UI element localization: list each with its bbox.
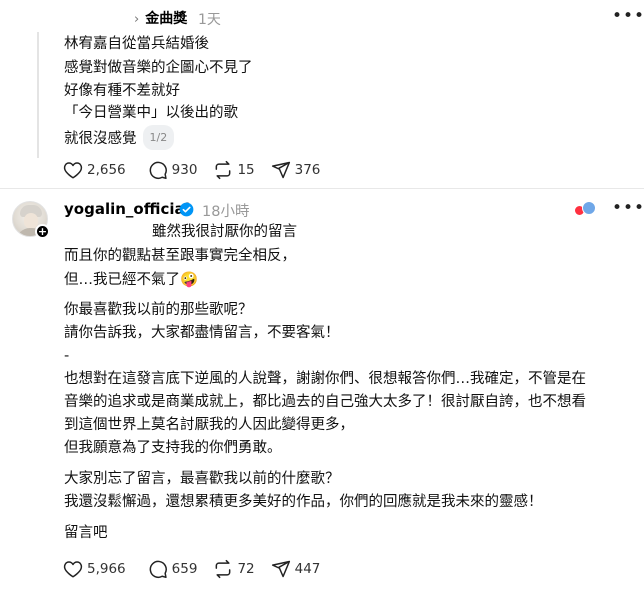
- post-actions: 5,966 659 72 447: [63, 559, 336, 579]
- post-line: 但我願意為了支持我的你們勇敢。: [64, 440, 282, 456]
- post-line: 大家別忘了留言，最喜歡我以前的什麼歌？: [64, 471, 340, 487]
- post-time: 18小時: [202, 204, 250, 220]
- post-line: 音樂的追求或是商業成就上，都比過去的自己強大太多了！很討厭自誇，也不想看: [64, 394, 586, 410]
- post-line: 你最喜歡我以前的那些歌呢？: [64, 302, 253, 318]
- share-button[interactable]: 376: [271, 160, 321, 180]
- top-post-line: 感覺對做音樂的企圖心不見了: [64, 60, 253, 76]
- post-line: 到這個世界上莫名討厭我的人因此變得更多，: [64, 417, 354, 433]
- like-button[interactable]: 5,966: [63, 560, 126, 578]
- more-icon[interactable]: •••: [612, 6, 644, 26]
- post-line: 請你告訴我，大家都盡情留言，不要客氣！: [64, 325, 340, 341]
- top-post-author[interactable]: › 金曲獎: [134, 8, 187, 28]
- top-post-line: 好像有種不差就好: [64, 83, 180, 99]
- share-count: 376: [294, 162, 321, 178]
- verified-badge-icon: [179, 202, 194, 221]
- thread-line: [37, 32, 39, 158]
- pager-badge[interactable]: 1/2: [142, 125, 175, 150]
- like-count: 5,966: [87, 561, 126, 577]
- share-icon: [271, 560, 290, 578]
- repost-button[interactable]: 15: [213, 160, 255, 180]
- share-icon: [271, 161, 290, 179]
- post-line: 我還沒鬆懈過，還想累積更多美好的作品，你們的回應就是我未來的靈感！: [64, 494, 543, 510]
- top-post-line-last: 就很沒感覺 1/2: [64, 125, 175, 151]
- comment-button[interactable]: 659: [148, 559, 198, 579]
- heart-icon: [63, 561, 83, 578]
- post-line: 雖然我很討厭你的留言: [152, 224, 297, 240]
- like-count: 2,656: [87, 162, 126, 178]
- share-button[interactable]: 447: [271, 559, 321, 579]
- post-line: 留言吧: [64, 525, 108, 541]
- share-count: 447: [294, 561, 321, 577]
- comment-button[interactable]: 930: [148, 160, 198, 180]
- repost-icon: [216, 160, 231, 180]
- post-divider: [0, 188, 644, 189]
- top-post-actions: 2,656 930 15 376: [63, 160, 336, 180]
- username[interactable]: yogalin_official: [64, 200, 190, 218]
- heart-icon: [63, 162, 83, 179]
- post-line: 而且你的觀點甚至跟事實完全相反，: [64, 248, 296, 264]
- top-post-time: 1天: [198, 12, 221, 28]
- comment-count: 930: [171, 162, 198, 178]
- more-icon[interactable]: •••: [612, 198, 644, 218]
- emoji: 🤪: [180, 272, 199, 288]
- like-button[interactable]: 2,656: [63, 161, 126, 179]
- top-post-line: 「今日營業中」以後出的歌: [64, 105, 238, 121]
- reactor-avatars[interactable]: [574, 200, 600, 218]
- comment-count: 659: [171, 561, 198, 577]
- post-line: -: [64, 348, 70, 364]
- post-line-emoji: 但…我已經不氣了🤪: [64, 272, 199, 288]
- reactor-avatar: [582, 201, 596, 215]
- repost-count: 72: [237, 561, 255, 577]
- top-post-line: 林宥嘉自從當兵結婚後: [64, 36, 209, 52]
- comment-icon: [149, 161, 167, 180]
- follow-plus-icon[interactable]: +: [35, 224, 50, 239]
- repost-count: 15: [237, 162, 255, 178]
- comment-icon: [149, 560, 167, 579]
- repost-icon: [216, 559, 231, 579]
- repost-button[interactable]: 72: [213, 559, 255, 579]
- post-line: 也想對在這發言底下逆風的人說聲，謝謝你們、很想報答你們…我確定，不管是在: [64, 371, 586, 387]
- chevron-right-icon: ›: [134, 12, 140, 27]
